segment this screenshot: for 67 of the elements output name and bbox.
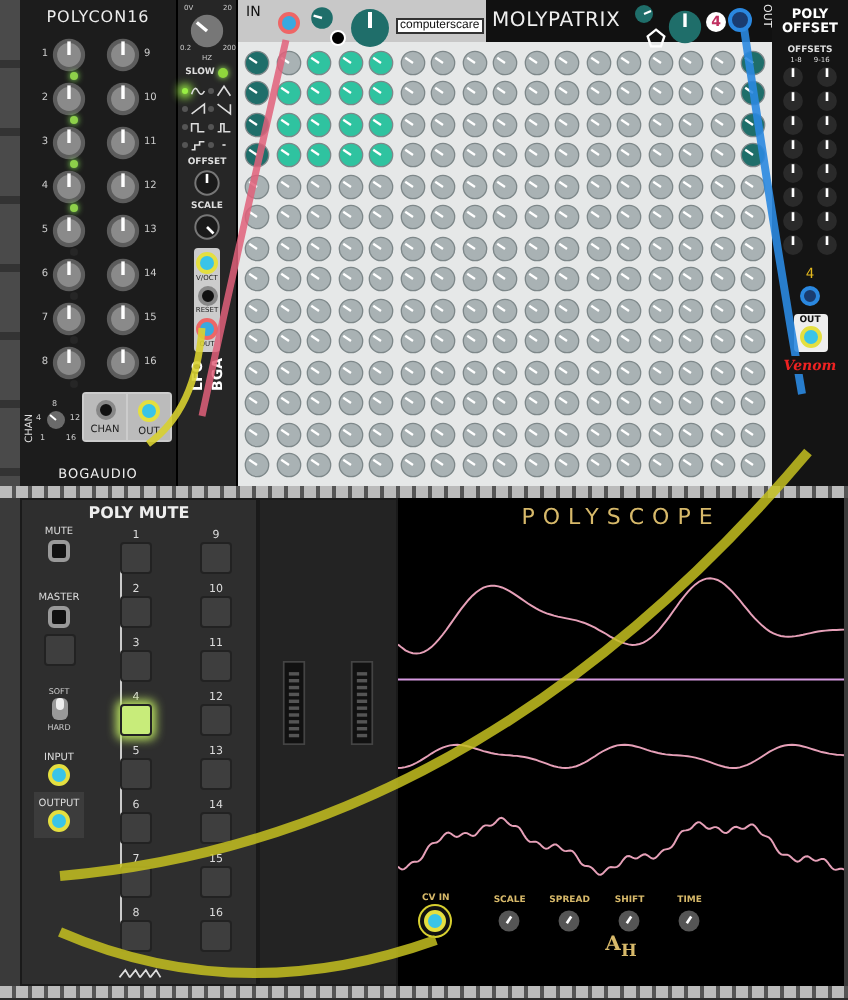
mute-button[interactable] <box>120 704 152 736</box>
knob[interactable] <box>52 301 86 335</box>
led-light[interactable] <box>208 124 214 130</box>
knob[interactable] <box>815 66 837 89</box>
ribbon-connector-icon <box>350 657 374 747</box>
knob[interactable] <box>52 169 86 203</box>
knob[interactable] <box>678 910 701 932</box>
led-light[interactable] <box>208 142 214 148</box>
led-light[interactable] <box>218 68 229 78</box>
knob[interactable] <box>781 138 803 161</box>
knob[interactable] <box>815 210 837 233</box>
led-light[interactable] <box>182 88 188 94</box>
knob[interactable] <box>106 301 140 335</box>
toggle-switch[interactable] <box>51 698 67 720</box>
knob[interactable] <box>781 66 803 89</box>
knob[interactable] <box>106 81 140 115</box>
knob[interactable] <box>781 90 803 113</box>
brand-logo-icon <box>117 966 161 980</box>
led-light[interactable] <box>182 142 188 148</box>
knob[interactable] <box>106 37 140 71</box>
led-light[interactable] <box>208 88 214 94</box>
knob[interactable] <box>52 345 86 379</box>
knob[interactable] <box>106 257 140 291</box>
knob[interactable] <box>781 186 803 209</box>
knob[interactable] <box>52 257 86 291</box>
knob[interactable] <box>190 14 224 48</box>
knob[interactable] <box>106 169 140 203</box>
mute-button[interactable] <box>200 812 232 844</box>
knob[interactable] <box>194 214 220 240</box>
knob[interactable] <box>815 186 837 209</box>
knob[interactable] <box>781 114 803 137</box>
knob[interactable] <box>52 81 86 115</box>
knob[interactable] <box>815 114 837 137</box>
knob[interactable] <box>558 910 581 932</box>
pentagon-icon[interactable] <box>646 28 666 48</box>
knob[interactable] <box>106 125 140 159</box>
knob[interactable] <box>46 410 66 430</box>
knob[interactable] <box>815 234 837 257</box>
knob[interactable] <box>194 170 220 196</box>
jack[interactable] <box>48 540 70 562</box>
ribbon-connector-icon <box>282 657 306 747</box>
knob[interactable] <box>815 162 837 185</box>
knob[interactable] <box>815 90 837 113</box>
knob[interactable] <box>618 910 641 932</box>
jack[interactable] <box>48 606 70 628</box>
led-light[interactable] <box>182 124 188 130</box>
jack[interactable] <box>95 400 115 420</box>
module-title: MOLYPATRIX <box>492 10 621 32</box>
knob[interactable] <box>634 4 654 24</box>
led-light[interactable] <box>182 106 188 112</box>
knob[interactable] <box>498 910 521 932</box>
knob[interactable] <box>781 210 803 233</box>
knob[interactable] <box>52 213 86 247</box>
module-title: POLYCON16 <box>46 8 150 26</box>
knob[interactable] <box>668 10 702 44</box>
module-title: POLY MUTE <box>88 504 190 522</box>
knob[interactable] <box>781 162 803 185</box>
brand-logo: A$_{H}$ <box>605 934 637 960</box>
knob[interactable] <box>106 213 140 247</box>
led-light[interactable] <box>208 106 214 112</box>
jack[interactable] <box>197 286 217 306</box>
knob[interactable] <box>106 345 140 379</box>
knob[interactable] <box>781 234 803 257</box>
knob[interactable] <box>815 138 837 161</box>
knob[interactable] <box>52 37 86 71</box>
knob[interactable] <box>52 125 86 159</box>
module-title: POLYSCOPE <box>521 504 721 530</box>
